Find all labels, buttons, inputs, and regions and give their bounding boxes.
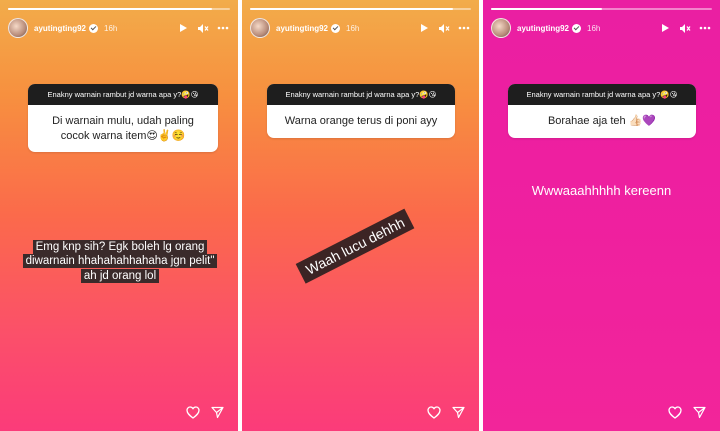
story-panel-2[interactable]: ayutingting92 16h Enakny warnain rambut … <box>242 0 479 431</box>
story-actions <box>668 405 706 419</box>
question-text: Enakny warnain rambut jd warna apa y?🤪😘 <box>28 84 218 105</box>
play-icon[interactable] <box>417 21 431 35</box>
avatar[interactable] <box>250 18 270 38</box>
send-icon[interactable] <box>210 405 224 419</box>
story-caption: Waah lucu dehhh <box>295 208 415 284</box>
verified-icon <box>331 23 341 33</box>
stories-grid: ayutingting92 16h Enakny warnain rambut … <box>0 0 720 431</box>
story-progress-bar <box>250 8 471 10</box>
verified-icon <box>572 23 582 33</box>
send-icon[interactable] <box>692 405 706 419</box>
question-sticker: Enakny warnain rambut jd warna apa y?🤪😘 … <box>267 84 455 138</box>
story-actions <box>186 405 224 419</box>
avatar[interactable] <box>8 18 28 38</box>
story-header: ayutingting92 16h <box>250 17 471 39</box>
verified-icon <box>89 23 99 33</box>
mute-icon[interactable] <box>678 21 692 35</box>
timestamp: 16h <box>104 23 118 33</box>
story-header: ayutingting92 16h <box>8 17 230 39</box>
story-progress-bar <box>8 8 230 10</box>
question-text: Enakny warnain rambut jd warna apa y?🤪😘 <box>508 84 696 105</box>
story-caption: Emg knp sih? Egk boleh lg orang diwarnai… <box>22 240 218 283</box>
avatar[interactable] <box>491 18 511 38</box>
story-panel-1[interactable]: ayutingting92 16h Enakny warnain rambut … <box>0 0 238 431</box>
username[interactable]: ayutingting92 <box>517 24 569 33</box>
play-icon[interactable] <box>658 21 672 35</box>
answer-text: Borahae aja teh 👍🏻💜 <box>547 114 657 127</box>
timestamp: 16h <box>587 23 601 33</box>
heart-icon[interactable] <box>668 405 682 419</box>
more-icon[interactable] <box>216 21 230 35</box>
heart-icon[interactable] <box>427 405 441 419</box>
username[interactable]: ayutingting92 <box>34 24 86 33</box>
question-sticker: Enakny warnain rambut jd warna apa y?🤪😘 … <box>28 84 218 153</box>
play-icon[interactable] <box>176 21 190 35</box>
answer-text: Di warnain mulu, udah paling cocok warna… <box>52 114 194 142</box>
story-caption: Wwwaaahhhhh kereenn <box>531 183 672 198</box>
question-text: Enakny warnain rambut jd warna apa y?🤪😘 <box>267 84 455 105</box>
heart-icon[interactable] <box>186 405 200 419</box>
answer-text: Warna orange terus di poni ayy <box>284 114 438 127</box>
more-icon[interactable] <box>698 21 712 35</box>
send-icon[interactable] <box>451 405 465 419</box>
timestamp: 16h <box>346 23 360 33</box>
story-header: ayutingting92 16h <box>491 17 712 39</box>
mute-icon[interactable] <box>196 21 210 35</box>
question-sticker: Enakny warnain rambut jd warna apa y?🤪😘 … <box>508 84 696 138</box>
story-actions <box>427 405 465 419</box>
mute-icon[interactable] <box>437 21 451 35</box>
more-icon[interactable] <box>457 21 471 35</box>
story-panel-3[interactable]: ayutingting92 16h Enakny warnain rambut … <box>483 0 720 431</box>
username[interactable]: ayutingting92 <box>276 24 328 33</box>
story-progress-bar <box>491 8 712 10</box>
